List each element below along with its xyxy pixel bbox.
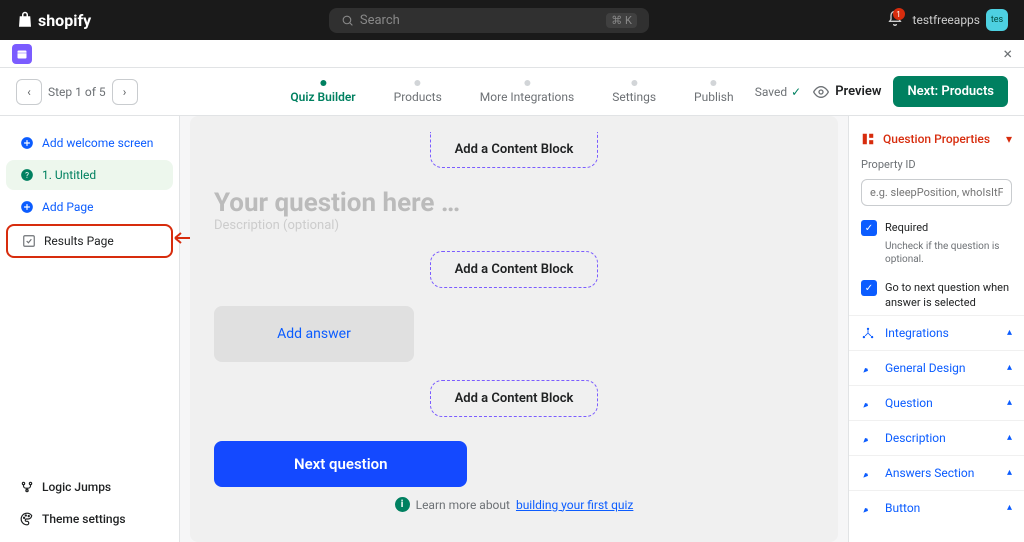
required-checkbox[interactable]: ✓ bbox=[861, 220, 877, 236]
next-question-button[interactable]: Next question bbox=[214, 441, 467, 487]
sidebar-add-page[interactable]: Add Page bbox=[6, 192, 173, 222]
sidebar-item-label: Add Page bbox=[42, 200, 93, 214]
search-placeholder: Search bbox=[360, 13, 400, 28]
global-search[interactable]: Search ⌘ K bbox=[329, 8, 649, 33]
tab-publish[interactable]: Publish bbox=[694, 80, 734, 104]
brush-icon bbox=[861, 361, 875, 375]
results-icon bbox=[22, 234, 36, 248]
add-answer-button[interactable]: Add answer bbox=[214, 306, 414, 362]
info-icon: i bbox=[395, 497, 410, 512]
canvas-wrap: Add a Content Block Your question here …… bbox=[180, 116, 848, 542]
add-content-block-2[interactable]: Add a Content Block bbox=[430, 380, 599, 417]
username: testfreeapps bbox=[913, 13, 980, 27]
sidebar-item-label: Results Page bbox=[44, 234, 114, 248]
shopify-bag-icon bbox=[16, 11, 34, 29]
accordion-question[interactable]: Question ▴ bbox=[849, 385, 1024, 420]
app-icon bbox=[12, 44, 32, 64]
close-button[interactable]: × bbox=[1003, 44, 1012, 63]
palette-icon bbox=[20, 512, 34, 526]
sidebar-add-welcome[interactable]: Add welcome screen bbox=[6, 128, 173, 158]
left-sidebar: Add welcome screen ? 1. Untitled Add Pag… bbox=[0, 116, 180, 542]
required-sublabel: Uncheck if the question is optional. bbox=[849, 240, 1024, 276]
properties-icon bbox=[861, 132, 875, 146]
add-content-block-1[interactable]: Add a Content Block bbox=[430, 251, 599, 288]
sidebar-item-label: Logic Jumps bbox=[42, 480, 111, 494]
property-id-label: Property ID bbox=[849, 154, 1024, 175]
caret-up-icon: ▴ bbox=[1007, 467, 1012, 478]
notif-badge: 1 bbox=[893, 8, 905, 20]
notifications-button[interactable]: 1 bbox=[887, 10, 903, 30]
svg-text:?: ? bbox=[25, 170, 29, 180]
saved-status: Saved ✓ bbox=[755, 85, 802, 99]
tab-integrations[interactable]: More Integrations bbox=[480, 80, 574, 104]
learn-more-link[interactable]: building your first quiz bbox=[516, 498, 633, 512]
next-products-button[interactable]: Next: Products bbox=[893, 76, 1008, 107]
accordion-general-design[interactable]: General Design ▴ bbox=[849, 350, 1024, 385]
sidebar-results-page[interactable]: Results Page bbox=[6, 224, 173, 258]
integrations-icon bbox=[861, 326, 875, 340]
caret-up-icon: ▴ bbox=[1007, 362, 1012, 373]
question-icon: ? bbox=[20, 168, 34, 182]
plus-icon bbox=[20, 200, 34, 214]
builder-tabs: Quiz Builder Products More Integrations … bbox=[290, 80, 733, 104]
logic-icon bbox=[20, 480, 34, 494]
shopify-logo: shopify bbox=[16, 11, 91, 30]
accordion-button[interactable]: Button ▴ bbox=[849, 490, 1024, 525]
accordion-description[interactable]: Description ▴ bbox=[849, 420, 1024, 455]
app-header: × bbox=[0, 40, 1024, 68]
caret-down-icon: ▾ bbox=[1006, 132, 1012, 146]
caret-up-icon: ▴ bbox=[1007, 502, 1012, 513]
plus-icon bbox=[20, 136, 34, 150]
tab-settings[interactable]: Settings bbox=[612, 80, 656, 104]
sidebar-question-1[interactable]: ? 1. Untitled bbox=[6, 160, 173, 190]
sidebar-item-label: Add welcome screen bbox=[42, 136, 153, 150]
brush-icon bbox=[861, 466, 875, 480]
question-title-placeholder[interactable]: Your question here … bbox=[214, 188, 814, 218]
caret-up-icon: ▴ bbox=[1007, 432, 1012, 443]
accordion-answers-section[interactable]: Answers Section ▴ bbox=[849, 455, 1024, 490]
brush-icon bbox=[861, 431, 875, 445]
accordion-integrations[interactable]: Integrations ▴ bbox=[849, 315, 1024, 350]
panel-header[interactable]: Question Properties ▾ bbox=[849, 124, 1024, 154]
tab-quiz-builder[interactable]: Quiz Builder bbox=[290, 80, 355, 104]
check-icon: ✓ bbox=[791, 85, 801, 99]
add-content-block-top[interactable]: Add a Content Block bbox=[430, 132, 599, 168]
step-prev-button[interactable]: ‹ bbox=[16, 79, 42, 105]
search-icon bbox=[341, 14, 354, 27]
calendar-icon bbox=[16, 48, 28, 60]
sidebar-theme-settings[interactable]: Theme settings bbox=[6, 504, 173, 534]
goto-next-checkbox[interactable]: ✓ bbox=[861, 280, 877, 296]
step-next-button[interactable]: › bbox=[112, 79, 138, 105]
sidebar-logic-jumps[interactable]: Logic Jumps bbox=[6, 472, 173, 502]
sidebar-item-label: Theme settings bbox=[42, 512, 126, 526]
brush-icon bbox=[861, 501, 875, 515]
required-label: Required bbox=[885, 220, 928, 235]
properties-panel: Question Properties ▾ Property ID ✓ Requ… bbox=[848, 116, 1024, 542]
eye-icon bbox=[813, 84, 829, 100]
tab-products[interactable]: Products bbox=[394, 80, 442, 104]
step-label: Step 1 of 5 bbox=[48, 85, 106, 99]
search-kbd: ⌘ K bbox=[606, 13, 637, 28]
property-id-input[interactable] bbox=[861, 179, 1012, 206]
caret-up-icon: ▴ bbox=[1007, 397, 1012, 408]
canvas: Add a Content Block Your question here …… bbox=[190, 116, 838, 542]
preview-button[interactable]: Preview bbox=[813, 84, 881, 100]
brand-text: shopify bbox=[38, 11, 91, 30]
caret-up-icon: ▴ bbox=[1007, 327, 1012, 338]
user-menu[interactable]: testfreeapps tes bbox=[913, 9, 1008, 31]
goto-next-label: Go to next question when answer is selec… bbox=[885, 280, 1012, 311]
question-description-placeholder[interactable]: Description (optional) bbox=[214, 218, 814, 233]
brush-icon bbox=[861, 396, 875, 410]
sidebar-item-label: 1. Untitled bbox=[42, 168, 96, 182]
step-bar: ‹ Step 1 of 5 › Quiz Builder Products Mo… bbox=[0, 68, 1024, 116]
shopify-top-bar: shopify Search ⌘ K 1 testfreeapps tes bbox=[0, 0, 1024, 40]
learn-more: i Learn more about building your first q… bbox=[214, 497, 814, 512]
avatar: tes bbox=[986, 9, 1008, 31]
